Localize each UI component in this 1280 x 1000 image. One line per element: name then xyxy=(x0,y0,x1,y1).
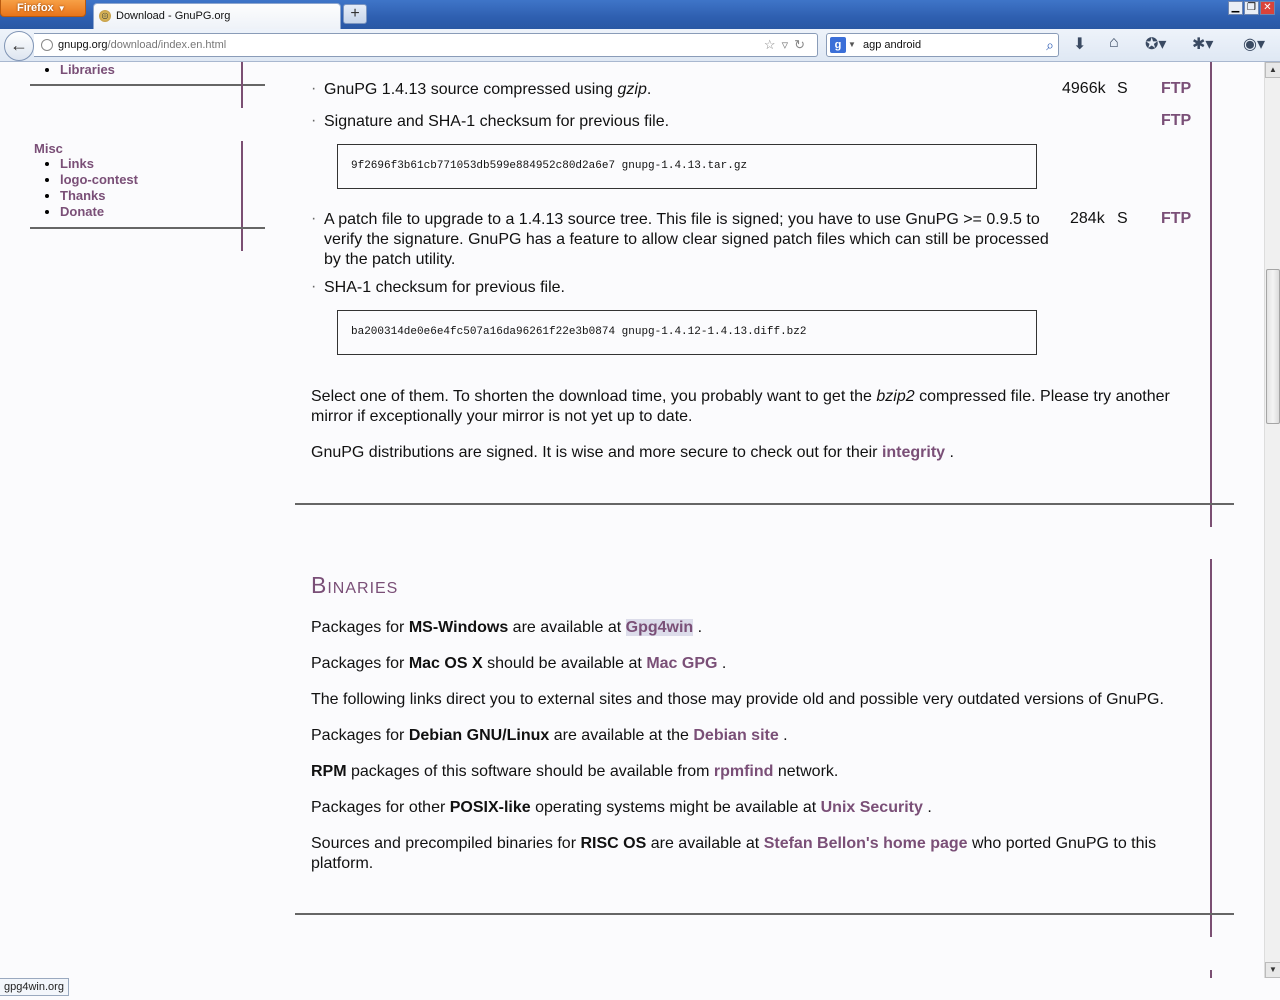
download-desc: SHA-1 checksum for previous file. xyxy=(324,279,565,296)
signature-link[interactable]: S xyxy=(1117,80,1128,98)
sidebar-item-logo-contest[interactable]: logo-contest xyxy=(60,172,138,187)
checksum-box: 9f2696f3b61cb771053db599e884952c80d2a6e7… xyxy=(337,144,1037,189)
section-divider xyxy=(295,503,1234,505)
scroll-down-icon[interactable]: ▼ xyxy=(1265,962,1280,978)
tab-title: Download - GnuPG.org xyxy=(116,10,231,22)
firefox-menu-label: Firefox xyxy=(17,2,54,14)
addon-icon[interactable]: ✱▾ xyxy=(1192,34,1213,54)
title-bar: Firefox ▼ ◎ Download - GnuPG.org + ▁ ❐ ✕ xyxy=(0,0,1280,29)
bullet: · xyxy=(311,80,317,97)
sidebar-item-donate[interactable]: Donate xyxy=(60,204,104,219)
download-desc: A patch file to upgrade to a 1.4.13 sour… xyxy=(324,211,1049,268)
sidebar-misc: Misc Links logo-contest Thanks Donate xyxy=(34,141,138,220)
bullet: · xyxy=(311,112,317,129)
google-icon[interactable]: g xyxy=(830,37,846,53)
source-downloads: · GnuPG 1.4.13 source compressed using g… xyxy=(311,62,1201,502)
signature-link[interactable]: S xyxy=(1117,210,1128,228)
url-bar[interactable]: gnupg.org/download/index.en.html ☆▿↻ xyxy=(34,33,818,57)
url-domain: gnupg.org xyxy=(58,39,108,51)
dropdown-arrow-icon: ▼ xyxy=(57,4,66,13)
bookmarks-icon[interactable]: ✪▾ xyxy=(1145,34,1166,54)
minimize-icon[interactable]: ▁ xyxy=(1228,1,1243,15)
stefan-bellon-link[interactable]: Stefan Bellon's home page xyxy=(764,835,968,852)
download-size: 284k xyxy=(1070,210,1105,227)
ftp-link[interactable]: FTP xyxy=(1161,112,1191,130)
download-desc: Signature and SHA-1 checksum for previou… xyxy=(324,113,670,130)
bullet: · xyxy=(311,210,317,227)
search-bar[interactable]: g ▼ agp android ⌕ xyxy=(826,33,1059,57)
ftp-link[interactable]: FTP xyxy=(1161,210,1191,228)
status-bar: gpg4win.org xyxy=(0,978,1280,1000)
integrity-link[interactable]: integrity xyxy=(882,444,945,461)
scrollbar-thumb[interactable] xyxy=(1266,269,1280,424)
download-desc: GnuPG 1.4.13 source compressed using gzi… xyxy=(324,81,652,98)
macgpg-link[interactable]: Mac GPG xyxy=(646,655,717,672)
checksum-box: ba200314de0e6e4fc507a16da96261f22e3b0874… xyxy=(337,310,1037,355)
vertical-scrollbar[interactable]: ▲ ▼ xyxy=(1264,62,1280,978)
tab-download-gnupg[interactable]: ◎ Download - GnuPG.org xyxy=(93,3,341,29)
navigation-bar: ← gnupg.org/download/index.en.html ☆▿↻ g… xyxy=(0,29,1280,62)
firefox-menu-button[interactable]: Firefox ▼ xyxy=(0,0,86,17)
engine-dropdown-icon[interactable]: ▼ xyxy=(848,34,856,56)
back-arrow-icon[interactable]: ← xyxy=(4,31,34,61)
binaries-paragraph: Packages for Debian GNU/Linux are availa… xyxy=(311,727,788,744)
sidebar-item-libraries[interactable]: Libraries xyxy=(60,62,115,77)
unix-security-link[interactable]: Unix Security xyxy=(821,799,923,816)
page-content: Libraries Misc Links logo-contest Thanks… xyxy=(0,62,1264,978)
divider xyxy=(241,141,243,251)
binaries-paragraph: Packages for other POSIX-like operating … xyxy=(311,799,932,816)
binaries-paragraph: Packages for MS-Windows are available at… xyxy=(311,619,703,636)
globe-icon xyxy=(41,39,53,51)
sidebar-item-links[interactable]: Links xyxy=(60,156,94,171)
divider xyxy=(1210,970,1212,978)
sidebar-item-thanks[interactable]: Thanks xyxy=(60,188,106,203)
divider xyxy=(1210,62,1212,527)
binaries-section: Binaries Packages for MS-Windows are ava… xyxy=(311,572,1201,932)
restore-icon[interactable]: ❐ xyxy=(1244,1,1259,15)
download-size: 4966k xyxy=(1062,80,1106,97)
gpg4win-link[interactable]: Gpg4win xyxy=(625,619,694,636)
scroll-up-icon[interactable]: ▲ xyxy=(1265,62,1280,78)
select-paragraph: Select one of them. To shorten the downl… xyxy=(311,388,1170,425)
divider xyxy=(1210,559,1212,937)
bullet: · xyxy=(311,278,317,295)
binaries-heading: Binaries xyxy=(311,572,399,598)
divider xyxy=(30,227,265,229)
debian-link[interactable]: Debian site xyxy=(693,727,778,744)
divider xyxy=(241,62,243,108)
binaries-paragraph: The following links direct you to extern… xyxy=(311,691,1164,708)
home-icon[interactable]: ⌂ xyxy=(1109,34,1119,52)
divider xyxy=(30,84,265,86)
signed-paragraph: GnuPG distributions are signed. It is wi… xyxy=(311,444,954,461)
chrome-menu-icon[interactable]: ◉▾ xyxy=(1243,34,1265,54)
search-input[interactable]: agp android xyxy=(863,39,921,51)
sidebar-misc-title[interactable]: Misc xyxy=(34,141,138,156)
binaries-paragraph: Packages for Mac OS X should be availabl… xyxy=(311,655,727,672)
binaries-paragraph: RPM packages of this software should be … xyxy=(311,763,839,780)
download-icon[interactable]: ⬇ xyxy=(1073,34,1086,54)
status-url: gpg4win.org xyxy=(0,978,69,996)
sidebar-top-list: Libraries xyxy=(34,62,115,78)
new-tab-button[interactable]: + xyxy=(343,4,367,24)
close-icon[interactable]: ✕ xyxy=(1260,1,1275,15)
search-icon[interactable]: ⌕ xyxy=(1046,34,1054,56)
gnupg-favicon-icon: ◎ xyxy=(99,10,111,22)
url-path: /download/index.en.html xyxy=(107,39,227,51)
bookmark-star-icon[interactable]: ☆▿↻ xyxy=(764,34,811,56)
rpmfind-link[interactable]: rpmfind xyxy=(714,763,774,780)
ftp-link[interactable]: FTP xyxy=(1161,80,1191,98)
binaries-paragraph: Sources and precompiled binaries for RIS… xyxy=(311,835,1157,872)
